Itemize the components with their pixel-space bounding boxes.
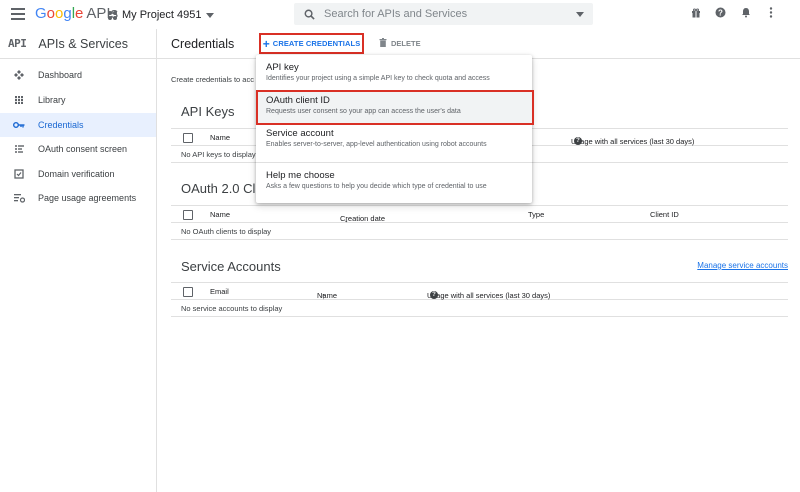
- svg-text:?: ?: [718, 8, 723, 17]
- col-usage-label: Usage with all services (last 30 days): [427, 291, 551, 300]
- col-name[interactable]: Name: [210, 210, 230, 219]
- service-accounts-table-header: Email Name ↑ Usage with all services (la…: [171, 282, 788, 301]
- delete-label: DELETE: [391, 39, 421, 48]
- key-icon: [0, 121, 38, 129]
- sidebar-header: API APIs & Services: [0, 29, 156, 59]
- main-menu-icon[interactable]: [11, 8, 25, 20]
- manage-service-accounts-link[interactable]: Manage service accounts: [697, 261, 788, 270]
- service-accounts-empty: No service accounts to display: [171, 300, 788, 317]
- help-icon[interactable]: ?: [574, 137, 582, 145]
- project-dots-icon: [108, 10, 117, 20]
- delete-button[interactable]: DELETE: [379, 38, 421, 49]
- settings-list-icon: [0, 193, 38, 203]
- select-all-checkbox[interactable]: [183, 287, 193, 297]
- col-client-id[interactable]: Client ID: [650, 210, 679, 219]
- notifications-bell-icon[interactable]: [740, 7, 751, 18]
- search-input[interactable]: Search for APIs and Services: [324, 8, 576, 20]
- oauth-table-header: Name Creation date ↓ Type Client ID: [171, 205, 788, 224]
- col-usage-label: Usage with all services (last 30 days): [571, 137, 695, 146]
- menu-item-title: Help me choose: [266, 170, 335, 181]
- sidebar-item-library[interactable]: Library: [0, 88, 156, 112]
- help-icon[interactable]: ?: [715, 7, 726, 18]
- top-bar: Google APIs My Project 4951 Search for AP…: [0, 0, 800, 29]
- search-dropdown-icon[interactable]: [576, 11, 584, 17]
- chevron-down-icon: [206, 12, 215, 18]
- menu-item-desc: Requests user consent so your app can ac…: [266, 108, 461, 115]
- select-all-checkbox[interactable]: [183, 133, 193, 143]
- col-name-label: Name: [317, 291, 338, 300]
- menu-divider: [256, 162, 532, 163]
- api-keys-title: API Keys: [181, 104, 235, 119]
- create-credentials-label: CREATE CREDENTIALS: [272, 39, 361, 48]
- dashboard-icon: [0, 70, 38, 80]
- plus-icon: +: [262, 36, 270, 51]
- menu-item-service-account[interactable]: Service account Enables server-to-server…: [256, 125, 532, 162]
- sidebar-item-credentials[interactable]: Credentials: [0, 113, 156, 137]
- menu-item-title: Service account: [266, 128, 334, 139]
- checkbox-icon: [0, 169, 38, 179]
- service-accounts-title: Service Accounts: [181, 259, 281, 274]
- help-icon[interactable]: ?: [430, 291, 438, 299]
- sidebar-item-domain-verification[interactable]: Domain verification: [0, 162, 156, 186]
- menu-item-desc: Asks a few questions to help you decide …: [266, 183, 487, 190]
- menu-item-api-key[interactable]: API key Identifies your project using a …: [256, 59, 532, 92]
- select-all-checkbox[interactable]: [183, 210, 193, 220]
- sidebar: API APIs & Services Dashboard Library Cr…: [0, 29, 157, 492]
- sidebar-item-label: Dashboard: [38, 70, 83, 80]
- sidebar-item-label: Credentials: [38, 120, 84, 130]
- google-apis-logo[interactable]: Google APIs: [35, 5, 118, 22]
- menu-item-help-me-choose[interactable]: Help me choose Asks a few questions to h…: [256, 167, 532, 200]
- library-icon: [0, 95, 38, 105]
- col-type[interactable]: Type: [528, 210, 544, 219]
- sidebar-item-label: Page usage agreements: [38, 193, 137, 203]
- col-name[interactable]: Name: [210, 133, 230, 142]
- intro-text: Create credentials to acc: [171, 75, 254, 84]
- oauth-empty: No OAuth clients to display: [171, 223, 788, 240]
- menu-item-desc: Enables server-to-server, app-level auth…: [266, 141, 487, 148]
- more-vert-icon[interactable]: [765, 7, 776, 18]
- create-credentials-menu: API key Identifies your project using a …: [256, 55, 532, 203]
- search-icon: [294, 9, 324, 20]
- project-selector[interactable]: My Project 4951: [108, 6, 215, 24]
- consent-screen-icon: [0, 144, 38, 154]
- menu-item-title: API key: [266, 62, 299, 73]
- search-bar[interactable]: Search for APIs and Services: [294, 3, 593, 25]
- api-badge: API: [8, 37, 27, 50]
- sidebar-item-page-usage[interactable]: Page usage agreements: [0, 186, 156, 210]
- create-credentials-button[interactable]: + CREATE CREDENTIALS: [259, 33, 364, 54]
- menu-item-title: OAuth client ID: [266, 95, 330, 106]
- sidebar-item-label: Domain verification: [38, 169, 115, 179]
- project-name: My Project 4951: [122, 9, 202, 21]
- sidebar-item-label: Library: [38, 95, 66, 105]
- menu-item-desc: Identifies your project using a simple A…: [266, 75, 490, 82]
- oauth-title: OAuth 2.0 Clie: [181, 181, 266, 196]
- sidebar-title: APIs & Services: [38, 36, 128, 51]
- menu-item-oauth-client-id[interactable]: OAuth client ID Requests user consent so…: [256, 92, 532, 125]
- sidebar-item-label: OAuth consent screen: [38, 144, 128, 154]
- top-icons: ?: [690, 7, 776, 18]
- page-title: Credentials: [171, 37, 235, 51]
- col-email[interactable]: Email: [210, 287, 229, 296]
- trash-icon: [379, 38, 387, 49]
- sidebar-item-oauth-consent[interactable]: OAuth consent screen: [0, 137, 156, 161]
- gift-icon[interactable]: [690, 7, 701, 18]
- sidebar-item-dashboard[interactable]: Dashboard: [0, 63, 156, 87]
